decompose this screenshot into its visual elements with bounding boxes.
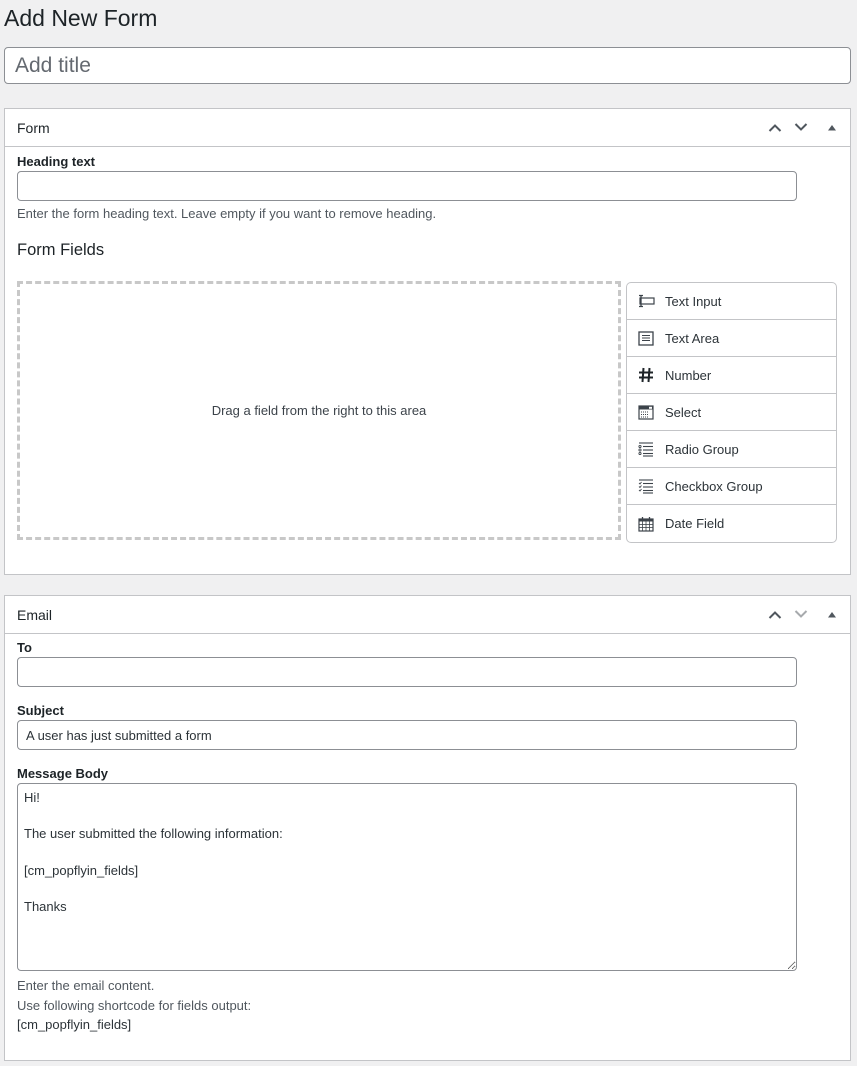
text-area-icon — [637, 329, 655, 347]
chevron-down-icon — [794, 610, 808, 618]
palette-item-label: Number — [665, 367, 712, 383]
email-handle-actions — [762, 596, 850, 633]
to-label: To — [17, 640, 32, 655]
heading-text-label: Heading text — [17, 154, 96, 169]
chevron-down-icon — [794, 123, 808, 131]
field-palette: Text Input Text Area Number Select Radio… — [626, 282, 837, 543]
calendar-icon — [637, 515, 655, 533]
hash-icon — [637, 366, 655, 384]
heading-description: Enter the form heading text. Leave empty… — [17, 206, 437, 221]
form-handle-actions — [762, 109, 850, 146]
move-down-button[interactable] — [788, 597, 814, 633]
text-input-icon — [637, 292, 655, 310]
email-help: Enter the email content. Use following s… — [17, 976, 251, 1035]
palette-item-date-field[interactable]: Date Field — [627, 505, 836, 542]
chevron-up-icon — [768, 611, 782, 619]
palette-item-label: Text Input — [665, 293, 722, 309]
palette-item-number[interactable]: Number — [627, 357, 836, 394]
palette-item-select[interactable]: Select — [627, 394, 836, 431]
move-up-button[interactable] — [762, 110, 788, 146]
palette-item-label: Date Field — [665, 516, 725, 531]
email-postbox-title: Email — [17, 606, 53, 623]
palette-item-radio-group[interactable]: Radio Group — [627, 431, 836, 468]
subject-input[interactable] — [17, 720, 797, 750]
radio-list-icon — [637, 440, 655, 458]
page-title: Add New Form — [4, 5, 158, 31]
fields-dropzone[interactable]: Drag a field from the right to this area — [17, 281, 621, 540]
subject-label: Subject — [17, 703, 64, 718]
form-postbox: Form Heading text Enter the form heading… — [4, 108, 851, 575]
form-postbox-header: Form — [5, 109, 850, 147]
toggle-panel-button[interactable] — [814, 597, 850, 633]
checkbox-list-icon — [637, 477, 655, 495]
message-body-label: Message Body — [17, 766, 109, 781]
palette-item-label: Radio Group — [665, 441, 739, 457]
dropzone-text: Drag a field from the right to this area — [211, 403, 427, 418]
chevron-up-icon — [768, 124, 782, 132]
title-input[interactable] — [4, 47, 851, 84]
triangle-up-icon — [828, 612, 836, 618]
palette-item-label: Text Area — [665, 330, 720, 346]
toggle-panel-button[interactable] — [814, 110, 850, 146]
palette-item-checkbox-group[interactable]: Checkbox Group — [627, 468, 836, 505]
triangle-up-icon — [828, 125, 836, 131]
email-help-line1: Enter the email content. — [17, 978, 155, 993]
email-postbox: Email To Subject Message Body Enter the … — [4, 595, 851, 1061]
shortcode-text: [cm_popflyin_fields] — [17, 1017, 132, 1032]
palette-item-label: Checkbox Group — [665, 478, 763, 494]
email-postbox-header: Email — [5, 596, 850, 634]
palette-item-text-input[interactable]: Text Input — [627, 283, 836, 320]
move-down-button[interactable] — [788, 110, 814, 146]
heading-text-input[interactable] — [17, 171, 797, 201]
to-input[interactable] — [17, 657, 797, 687]
move-up-button[interactable] — [762, 597, 788, 633]
message-body-textarea[interactable] — [17, 783, 797, 971]
email-help-line2: Use following shortcode for fields outpu… — [17, 997, 252, 1013]
select-icon — [637, 403, 655, 421]
form-fields-heading: Form Fields — [17, 241, 105, 259]
palette-item-label: Select — [665, 404, 702, 420]
palette-item-text-area[interactable]: Text Area — [627, 320, 836, 357]
form-postbox-title: Form — [17, 119, 50, 136]
